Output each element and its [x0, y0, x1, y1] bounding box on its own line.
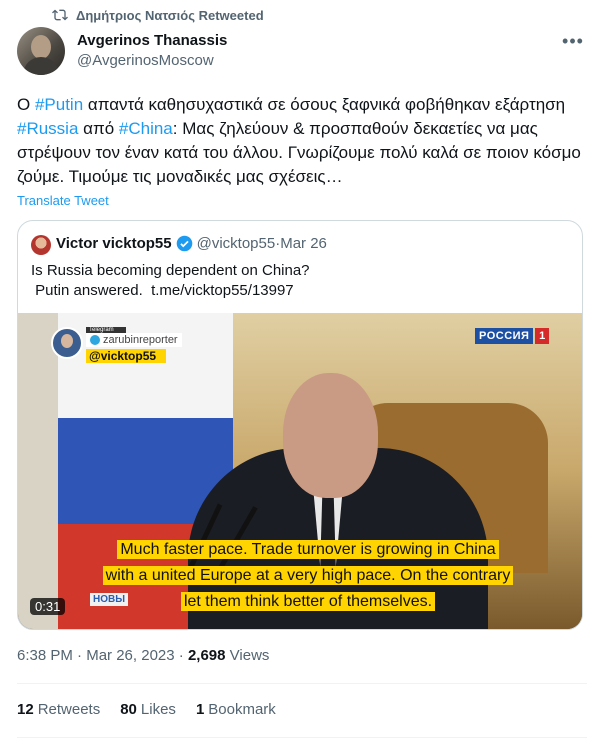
tweet-time[interactable]: 6:38 PM: [17, 647, 73, 664]
quoted-tweet-date[interactable]: Mar 26: [280, 235, 327, 252]
divider: [17, 737, 587, 738]
more-options-button[interactable]: •••: [562, 31, 584, 51]
channel-logo: РОССИЯ 1: [475, 327, 550, 345]
views-count: 2,698: [187, 647, 226, 664]
video-subtitles: Much faster pace. Trade turnover is grow…: [48, 537, 568, 615]
tweet-text-segment: απαντά καθησυχαστικά σε όσους ξαφνικά φο…: [83, 95, 566, 114]
quoted-author-avatar[interactable]: [31, 235, 51, 255]
author-handle[interactable]: @AvgerinosMoscow: [77, 52, 214, 69]
hashtag-link[interactable]: #Putin: [35, 95, 83, 114]
verified-badge-icon: [176, 235, 192, 252]
tweet-text-segment: Ο: [17, 95, 35, 114]
likes-stat[interactable]: 80 Likes: [120, 701, 176, 718]
tweet-text-segment: από: [78, 119, 119, 138]
divider: [17, 683, 587, 684]
author-name[interactable]: Avgerinos Thanassis: [77, 32, 227, 49]
quoted-author-handle[interactable]: @vicktop55: [197, 235, 276, 252]
bookmarks-stat[interactable]: 1 Bookmark: [196, 701, 276, 718]
quoted-author-name[interactable]: Victor vicktop55: [56, 235, 172, 252]
video-player[interactable]: РОССИЯ 1 Telegram zarubinreporter @vickto…: [18, 313, 582, 629]
retweet-icon: [52, 9, 68, 21]
hashtag-link[interactable]: #China: [119, 119, 173, 138]
video-duration: 0:31: [30, 598, 66, 615]
telegram-avatar: [51, 327, 83, 359]
quoted-tweet-header: Victor vicktop55 @vicktop55 · Mar 26: [56, 235, 327, 252]
retweeter-name[interactable]: Δημήτριος Νατσιός Retweeted: [76, 8, 264, 23]
tweet-text: Ο #Putin απαντά καθησυχαστικά σε όσους ξ…: [17, 93, 587, 189]
engagement-stats: 12 Retweets 80 Likes 1 Bookmark: [17, 701, 276, 718]
telegram-icon: [90, 335, 100, 345]
telegram-watermark: Telegram zarubinreporter @vicktop55: [51, 327, 182, 363]
author-avatar[interactable]: [17, 27, 65, 75]
translate-tweet-link[interactable]: Translate Tweet: [17, 193, 109, 208]
retweets-stat[interactable]: 12 Retweets: [17, 701, 100, 718]
hashtag-link[interactable]: #Russia: [17, 119, 78, 138]
tweet-date[interactable]: Mar 26, 2023: [86, 647, 174, 664]
retweet-indicator: Δημήτριος Νατσιός Retweeted: [52, 7, 264, 23]
tweet-timestamp: 6:38 PM · Mar 26, 2023 · 2,698 Views: [17, 647, 270, 664]
quoted-tweet[interactable]: Victor vicktop55 @vicktop55 · Mar 26 Is …: [17, 220, 583, 630]
quoted-tweet-text: Is Russia becoming dependent on China? P…: [31, 262, 310, 299]
